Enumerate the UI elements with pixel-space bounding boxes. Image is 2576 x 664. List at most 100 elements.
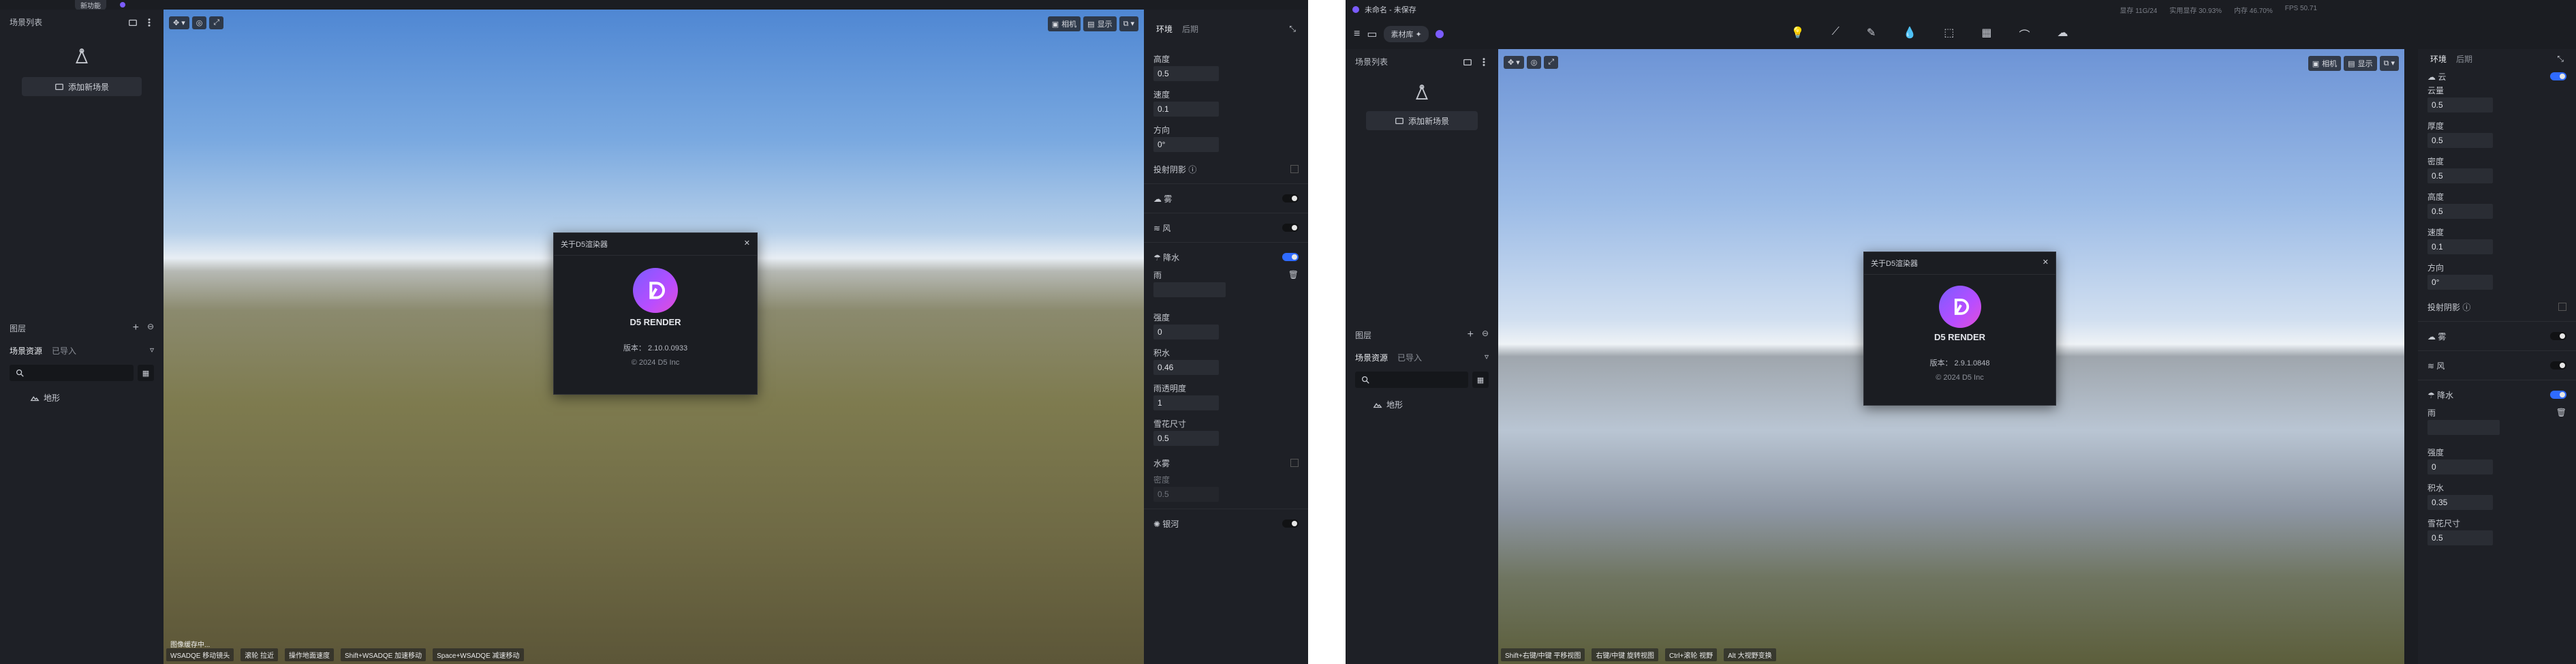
prop-value-field[interactable]: 0.1	[1153, 102, 1219, 117]
search-input[interactable]	[10, 365, 134, 381]
grid-view-icon[interactable]: ▦	[1472, 372, 1489, 388]
cast-shadow-checkbox[interactable]	[2558, 303, 2566, 311]
wind-toggle[interactable]	[1282, 224, 1299, 232]
grid-view-icon[interactable]: ▦	[138, 365, 154, 381]
tab-environment[interactable]: 环境	[1156, 23, 1173, 35]
new-feature-tab[interactable]: 新功能	[75, 0, 106, 10]
water-fog-row: 水雾	[1144, 453, 1308, 473]
density-field[interactable]: 0.5	[1153, 487, 1219, 502]
prop-value-field[interactable]: 0°	[2427, 275, 2493, 290]
prop-value-field[interactable]: 0	[2427, 459, 2493, 474]
prop-value-field[interactable]: 0°	[1153, 137, 1219, 152]
close-icon[interactable]: ✕	[744, 239, 750, 250]
add-layer-icon[interactable]: +	[133, 322, 139, 334]
link-icon[interactable]: ⤢	[209, 16, 224, 29]
navigation-mode-button[interactable]: ✥ ▾	[169, 16, 189, 29]
camera-add-icon[interactable]	[128, 18, 138, 27]
prop-value-field[interactable]: 0.5	[2427, 204, 2493, 219]
filter-icon[interactable]: ▿	[150, 345, 154, 357]
tab-imported[interactable]: 已导入	[52, 345, 76, 357]
precip-toggle[interactable]	[1282, 253, 1299, 261]
shortcut-hint: 右键/中键 旋转视图	[1592, 648, 1658, 661]
globe-icon[interactable]: ◎	[191, 16, 207, 29]
delete-icon[interactable]: 🗑	[1288, 270, 1299, 280]
camera-add-icon[interactable]	[1463, 57, 1472, 67]
globe-icon[interactable]: ◎	[1526, 56, 1542, 69]
rain-type-select[interactable]	[1153, 282, 1226, 297]
wind-toggle[interactable]	[2550, 361, 2566, 369]
rain-type-select[interactable]	[2427, 420, 2500, 435]
search-icon	[1361, 376, 1369, 384]
tab-post[interactable]: 后期	[1182, 23, 1198, 35]
display-button[interactable]: ▤ 显示	[2344, 56, 2377, 71]
path-icon[interactable]: ⌒	[2019, 26, 2030, 42]
prop-value-field[interactable]: 0.35	[2427, 495, 2493, 510]
search-icon	[16, 369, 24, 377]
pin-icon[interactable]: ⤡	[2557, 54, 2564, 64]
camera-button[interactable]: ▣ 相机	[1047, 16, 1081, 31]
prop-value-field[interactable]: 1	[1153, 395, 1219, 410]
tab-environment[interactable]: 环境	[2430, 53, 2447, 65]
ai-icon[interactable]	[1435, 30, 1444, 38]
screenshot-button[interactable]: ⧉ ▾	[2379, 56, 2399, 71]
tree-item-terrain[interactable]: 地形	[0, 385, 164, 410]
menu-icon[interactable]: ≡	[1354, 28, 1360, 40]
prop-value-field[interactable]: 0.5	[2427, 168, 2493, 183]
screenshot-button[interactable]: ⧉ ▾	[1119, 16, 1138, 31]
search-input[interactable]	[1355, 372, 1468, 388]
tab-scene-assets[interactable]: 场景资源	[1355, 352, 1388, 363]
tab-post[interactable]: 后期	[2456, 53, 2472, 65]
delete-icon[interactable]: 🗑	[2556, 408, 2566, 417]
add-scene-button[interactable]: 添加新场景	[1366, 111, 1478, 130]
prop-label: 雪花尺寸	[2427, 519, 2461, 528]
tree-item-terrain[interactable]: 地形	[1346, 392, 1498, 417]
tab-scene-assets[interactable]: 场景资源	[10, 345, 42, 357]
more-icon[interactable]	[1479, 57, 1489, 67]
light-icon[interactable]: 💡	[1791, 26, 1805, 42]
file-icon[interactable]: ▭	[1367, 27, 1377, 41]
shortcut-hint: Shift+右键/中键 平移视图	[1501, 648, 1585, 661]
display-button[interactable]: ▤ 显示	[1083, 16, 1117, 31]
cloud-toggle[interactable]	[1282, 194, 1299, 202]
layer-settings-icon[interactable]: ⊖	[147, 322, 154, 334]
cloud-label: 雾	[1164, 194, 1173, 204]
fog-toggle[interactable]	[2550, 332, 2566, 340]
prop-value-field[interactable]: 0.5	[2427, 530, 2493, 545]
water-icon[interactable]: 💧	[1903, 26, 1917, 42]
prop-value: 0.5	[1158, 434, 1169, 443]
close-icon[interactable]: ✕	[2043, 258, 2049, 269]
filter-icon[interactable]: ▿	[1485, 352, 1489, 363]
material-library-button[interactable]: 素材库 ✦	[1384, 26, 1429, 42]
cast-shadow-checkbox[interactable]	[1290, 165, 1299, 173]
more-icon[interactable]	[144, 18, 154, 27]
link-icon[interactable]: ⤢	[1544, 56, 1559, 69]
add-scene-button[interactable]: 添加新场景	[22, 77, 142, 96]
prop-value-field[interactable]: 0.5	[1153, 66, 1219, 81]
prop-value-field[interactable]: 0.5	[1153, 431, 1219, 446]
display-icon: ▤	[1087, 20, 1095, 29]
add-layer-icon[interactable]: +	[1468, 329, 1474, 341]
prop-value-field[interactable]: 0	[1153, 325, 1219, 339]
water-fog-checkbox[interactable]	[1290, 459, 1299, 467]
brush-icon[interactable]: ✎	[1867, 26, 1876, 42]
prop-value-field[interactable]: 0.1	[2427, 239, 2493, 254]
galaxy-toggle[interactable]	[1282, 519, 1299, 528]
layer-settings-icon[interactable]: ⊖	[1482, 329, 1489, 341]
cloud-tool-icon[interactable]: ☁	[2057, 26, 2068, 42]
camera-button[interactable]: ▣ 相机	[2308, 56, 2342, 71]
prop-value-field[interactable]: 0.46	[1153, 360, 1219, 375]
cloud-toggle[interactable]	[2550, 72, 2566, 80]
prop-value-field[interactable]: 0.5	[2427, 97, 2493, 112]
pin-icon[interactable]: ⤡	[1289, 24, 1296, 34]
purple-dot-icon	[120, 2, 125, 7]
info-icon[interactable]: ⓘ	[2462, 303, 2470, 312]
navigation-mode-button[interactable]: ✥ ▾	[1504, 56, 1524, 69]
measure-icon[interactable]: ⟋	[1832, 26, 1840, 42]
precip-toggle[interactable]	[2550, 391, 2566, 399]
cube-icon[interactable]: ⬚	[1944, 26, 1954, 42]
info-icon[interactable]: ⓘ	[1188, 165, 1196, 175]
d5-logo	[633, 268, 678, 313]
prop-value-field[interactable]: 0.5	[2427, 133, 2493, 148]
grid-icon[interactable]: ▦	[1981, 26, 1991, 42]
tab-imported[interactable]: 已导入	[1397, 352, 1422, 363]
